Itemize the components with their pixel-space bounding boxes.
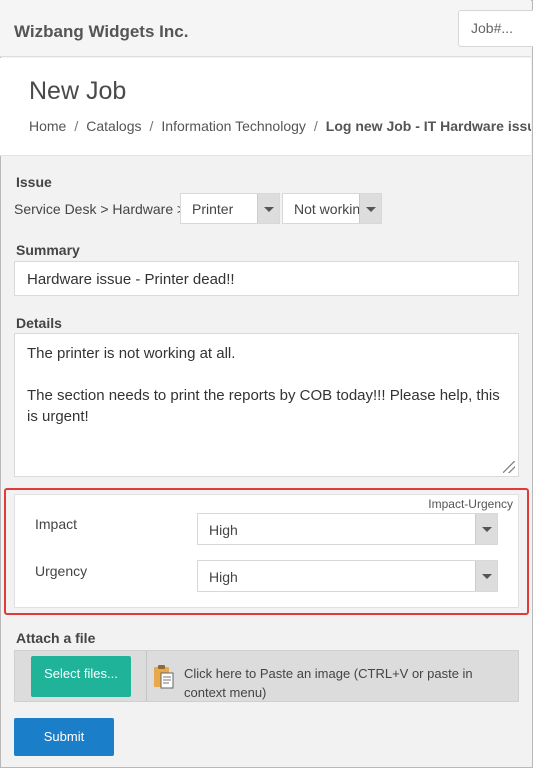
issue-subcategory-value: Not workin <box>294 201 361 217</box>
details-line: The printer is not working at all. <box>27 345 236 362</box>
issue-category-value: Printer <box>192 201 234 217</box>
details-line: The section needs to print the reports b… <box>27 387 500 425</box>
brand-name: Wizbang Widgets Inc. <box>14 22 189 41</box>
breadcrumb-home[interactable]: Home <box>29 118 66 134</box>
chevron-down-icon[interactable] <box>257 194 279 223</box>
job-search-input[interactable]: Job#... <box>458 10 533 47</box>
resize-handle-icon[interactable] <box>503 461 515 473</box>
chevron-down-icon[interactable] <box>359 194 381 223</box>
service-path: Service Desk > Hardware > <box>14 201 186 217</box>
submit-button[interactable]: Submit <box>14 718 114 756</box>
breadcrumb-catalogs[interactable]: Catalogs <box>86 118 141 134</box>
highlight-box <box>4 488 529 615</box>
page-header: New Job Home / Catalogs / Information Techno… <box>0 58 531 156</box>
details-textarea[interactable]: The printer is not working at all. The s… <box>14 333 519 477</box>
paste-image-area[interactable]: Click here to Paste an image (CTRL+V or … <box>184 664 504 702</box>
summary-label: Summary <box>16 242 80 258</box>
attach-divider <box>146 651 147 701</box>
details-label: Details <box>16 315 62 331</box>
breadcrumb-current: Log new Job - IT Hardware issue <box>325 118 531 134</box>
breadcrumb: Home / Catalogs / Information Technology / Log… <box>29 118 531 134</box>
top-bar: Wizbang Widgets Inc. Job#... <box>0 0 533 57</box>
select-files-button[interactable]: Select files... <box>31 656 131 697</box>
attach-label: Attach a file <box>16 630 96 646</box>
summary-input[interactable]: Hardware issue - Printer dead!! <box>14 261 519 296</box>
page-title: New Job <box>29 77 127 105</box>
issue-category-select[interactable]: Printer <box>180 193 280 224</box>
issue-subcategory-select[interactable]: Not workin <box>282 193 382 224</box>
breadcrumb-information-technology[interactable]: Information Technology <box>161 118 306 134</box>
issue-label: Issue <box>16 174 52 190</box>
summary-value: Hardware issue - Printer dead!! <box>27 271 235 288</box>
clipboard-paste-icon[interactable] <box>153 664 175 690</box>
